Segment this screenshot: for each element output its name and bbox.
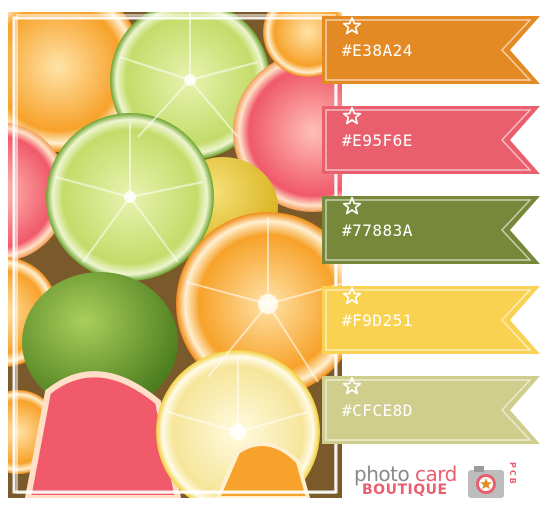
logo-initials: PCB xyxy=(508,462,517,486)
swatch-flag-3: #77883A xyxy=(322,196,540,264)
star-icon xyxy=(342,376,362,395)
swatch-3-label: #77883A xyxy=(342,196,413,264)
swatch-flag-4: #F9D251 xyxy=(322,286,540,354)
swatch-5-hex: #CFCE8D xyxy=(342,400,413,420)
brand-logo: photo card BOUTIQUE PCB xyxy=(350,458,522,508)
swatch-5-label: #CFCE8D xyxy=(342,376,413,444)
swatch-4-label: #F9D251 xyxy=(342,286,413,354)
swatch-2-hex: #E95F6E xyxy=(342,130,413,150)
star-icon xyxy=(342,286,362,305)
star-icon xyxy=(342,16,362,35)
swatch-flag-1: #E38A24 xyxy=(322,16,540,84)
camera-icon xyxy=(468,466,504,498)
citrus-photo xyxy=(8,12,342,498)
star-icon xyxy=(342,196,362,215)
swatch-flag-2: #E95F6E xyxy=(322,106,540,174)
swatch-4-hex: #F9D251 xyxy=(342,310,413,330)
star-icon xyxy=(342,106,362,125)
swatch-1-label: #E38A24 xyxy=(342,16,413,84)
swatch-flag-5: #CFCE8D xyxy=(322,376,540,444)
swatch-3-hex: #77883A xyxy=(342,220,413,240)
swatch-1-hex: #E38A24 xyxy=(342,40,413,60)
logo-word-boutique: BOUTIQUE xyxy=(362,482,448,498)
swatch-2-label: #E95F6E xyxy=(342,106,413,174)
